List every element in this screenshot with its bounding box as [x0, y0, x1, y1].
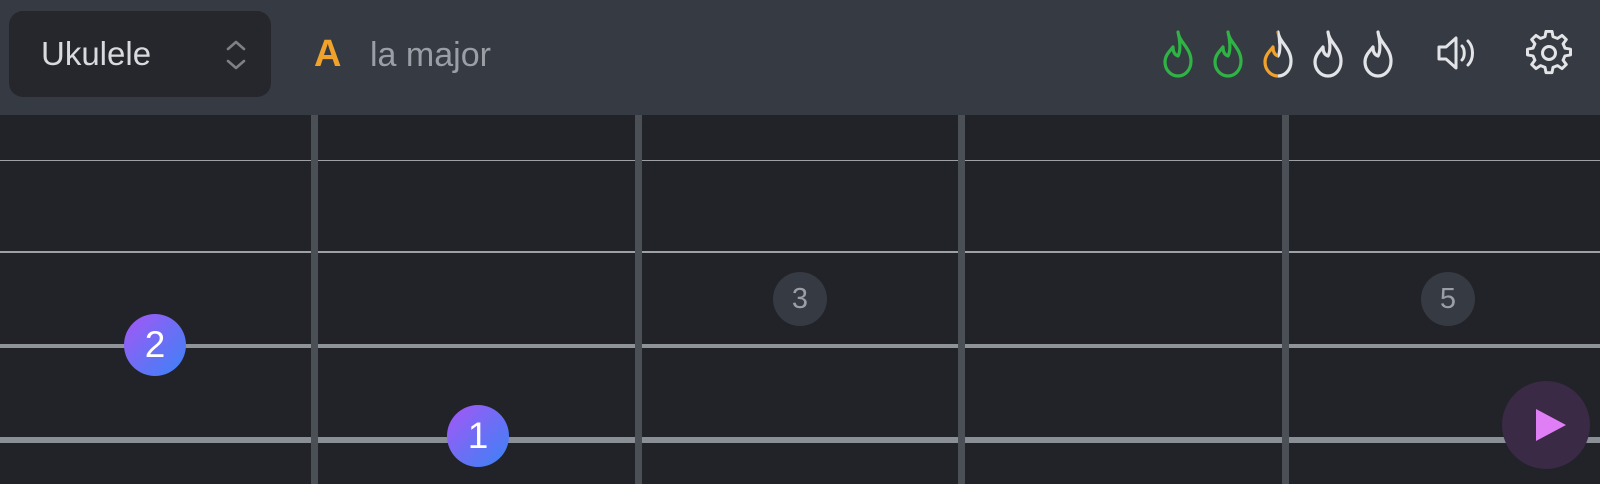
fret-marker: 5	[1421, 272, 1475, 326]
flame-icon	[1163, 30, 1193, 78]
fretboard: 3 5 2 1	[0, 115, 1600, 484]
fret-marker: 3	[773, 272, 827, 326]
play-icon	[1536, 409, 1566, 441]
instrument-select[interactable]: Ukulele	[9, 11, 271, 97]
header-bar: Ukulele A la major	[0, 0, 1600, 115]
chord-name: la major	[370, 36, 491, 74]
finger-dot[interactable]: 1	[447, 405, 509, 467]
fret	[1282, 115, 1289, 484]
string	[0, 160, 1600, 161]
fret	[311, 115, 318, 484]
string	[0, 437, 1600, 443]
streak-flames	[1158, 29, 1398, 79]
fret	[635, 115, 642, 484]
instrument-select-value: Ukulele	[41, 35, 152, 72]
finger-dot[interactable]: 2	[124, 314, 186, 376]
string	[0, 344, 1600, 348]
flame-icon	[1263, 30, 1293, 78]
flame-icon	[1313, 30, 1343, 78]
fret	[958, 115, 965, 484]
string	[0, 251, 1600, 253]
gear-icon[interactable]	[1526, 30, 1572, 76]
chord-root-letter: A	[314, 33, 342, 75]
speaker-icon[interactable]	[1434, 30, 1480, 76]
play-button[interactable]	[1502, 381, 1590, 469]
flame-icon	[1363, 30, 1393, 78]
chevron-up-down-icon	[226, 40, 246, 70]
flame-icon	[1213, 30, 1243, 78]
app-window: Ukulele A la major 3 5 2 1	[0, 0, 1600, 484]
